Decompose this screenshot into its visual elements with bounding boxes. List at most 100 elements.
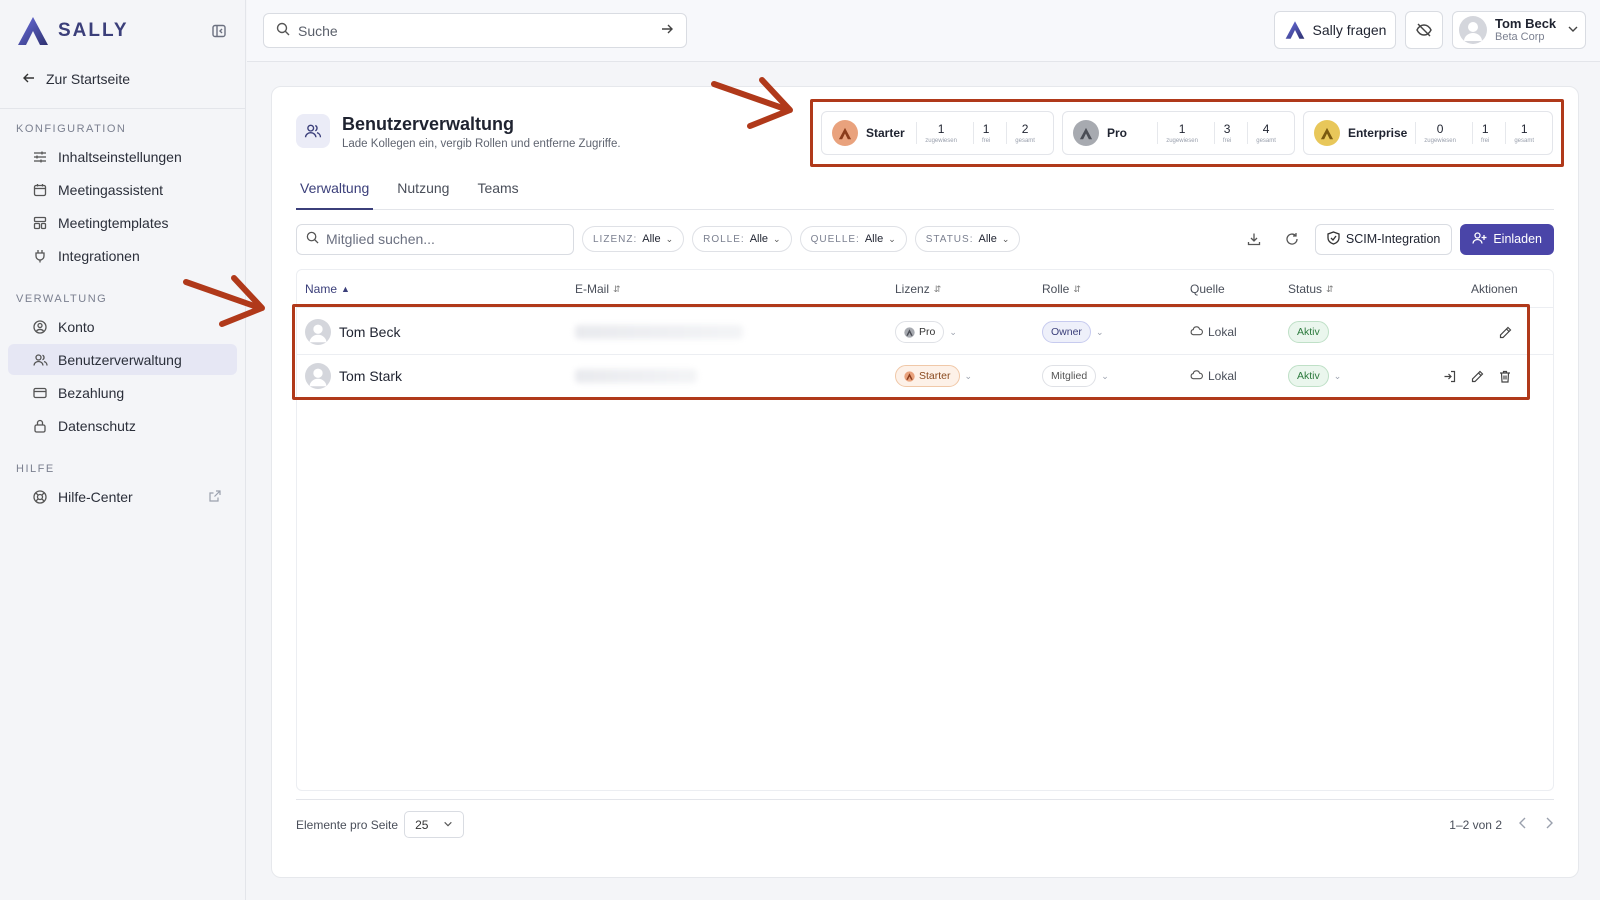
main-card: Benutzerverwaltung Lade Kollegen ein, ve… — [271, 86, 1579, 878]
shield-icon — [1327, 230, 1340, 248]
tab-teams[interactable]: Teams — [473, 180, 522, 210]
search-placeholder: Suche — [298, 22, 338, 39]
filter-license[interactable]: LIZENZ: Alle ⌄ — [582, 226, 685, 252]
tab-verwaltung[interactable]: Verwaltung — [296, 180, 374, 210]
column-label: Lizenz — [895, 282, 930, 296]
filter-role[interactable]: ROLLE: Alle ⌄ — [692, 226, 792, 252]
table-footer: Elemente pro Seite 25 1–2 von 2 — [296, 799, 1554, 849]
stat-total: 2 gesamt — [1006, 122, 1043, 144]
filter-source[interactable]: QUELLE: Alle ⌄ — [799, 226, 907, 252]
assigned-count: 1 — [1178, 122, 1186, 136]
tab-nutzung[interactable]: Nutzung — [393, 180, 453, 210]
refresh-icon[interactable] — [1277, 224, 1307, 254]
member-search-input[interactable]: Mitglied suchen... — [296, 223, 574, 255]
per-page-label: Elemente pro Seite — [296, 817, 399, 832]
card-icon — [32, 385, 48, 401]
sidebar-item-label: Hilfe-Center — [58, 488, 133, 505]
sidebar-item-hilfe-center[interactable]: Hilfe-Center — [8, 481, 237, 512]
assigned-label: zugewiesen — [1424, 138, 1456, 144]
member-search-placeholder: Mitglied suchen... — [326, 231, 435, 247]
column-name[interactable]: Name ▲ — [305, 282, 350, 296]
filter-value: Alle — [978, 233, 997, 245]
sidebar-divider — [0, 108, 245, 109]
user-menu-button[interactable]: Tom Beck Beta Corp — [1452, 11, 1586, 49]
arrow-right-icon[interactable] — [660, 22, 674, 39]
total-count: 2 — [1021, 122, 1029, 136]
sidebar-item-meetingassistent[interactable]: Meetingassistent — [8, 174, 237, 205]
per-page-value: 25 — [415, 817, 429, 832]
stat-assigned: 1 zugewiesen — [1157, 122, 1206, 144]
free-label: frei — [1222, 138, 1232, 144]
logo[interactable]: SALLY — [16, 15, 129, 47]
scim-label: SCIM-Integration — [1345, 232, 1441, 246]
column-label: Name — [305, 282, 338, 296]
license-card-pro: Pro 1 zugewiesen 3 frei 4 gesamt — [1061, 111, 1295, 155]
filter-value: Alle — [864, 233, 884, 245]
sidebar-item-inhaltseinstellungen[interactable]: Inhaltseinstellungen — [8, 141, 237, 172]
invite-label: Einladen — [1493, 232, 1542, 246]
stat-total: 1 gesamt — [1505, 122, 1542, 144]
users-icon — [296, 114, 330, 148]
column-actions: Aktionen — [1471, 282, 1518, 296]
assigned-count: 0 — [1436, 122, 1444, 136]
collapse-sidebar-icon[interactable] — [209, 21, 229, 41]
sidebar-item-integrationen[interactable]: Integrationen — [8, 240, 237, 271]
ask-sally-label: Sally fragen — [1312, 22, 1387, 38]
free-label: frei — [1480, 138, 1490, 144]
download-icon[interactable] — [1239, 224, 1269, 254]
chevron-right-icon[interactable] — [1544, 817, 1554, 832]
sort-icon: ⇵ — [613, 283, 621, 294]
column-status[interactable]: Status ⇵ — [1288, 282, 1334, 296]
sidebar-item-benutzerverwaltung[interactable]: Benutzerverwaltung — [8, 344, 237, 375]
sort-icon: ⇵ — [1073, 283, 1081, 294]
filter-status[interactable]: STATUS: Alle ⌄ — [914, 226, 1021, 252]
chevron-left-icon[interactable] — [1518, 817, 1528, 832]
chevron-down-icon: ⌄ — [665, 233, 674, 244]
column-license[interactable]: Lizenz ⇵ — [895, 282, 941, 296]
sidebar-item-label: Meetingtemplates — [58, 214, 169, 231]
user-name: Tom Beck — [1495, 15, 1557, 31]
assigned-label: zugewiesen — [925, 138, 957, 144]
total-label: gesamt — [1514, 138, 1535, 144]
sidebar-item-label: Bezahlung — [58, 384, 125, 401]
total-count: 4 — [1262, 122, 1270, 136]
external-link-icon — [209, 489, 221, 505]
total-count: 1 — [1520, 122, 1528, 136]
free-label: frei — [981, 138, 991, 144]
template-icon — [32, 215, 48, 231]
per-page-select[interactable]: 25 — [404, 811, 465, 838]
sidebar-item-label: Integrationen — [58, 247, 140, 264]
stat-free: 1 frei — [1471, 122, 1497, 144]
filter-value: Alle — [642, 233, 661, 245]
back-label: Zur Startseite — [46, 71, 131, 87]
ask-sally-button[interactable]: Sally fragen — [1274, 11, 1396, 49]
section-title-konfiguration: KONFIGURATION — [16, 123, 127, 135]
sidebar-item-label: Konto — [58, 318, 95, 335]
column-email[interactable]: E-Mail ⇵ — [575, 282, 621, 296]
filter-value: Alle — [749, 233, 769, 245]
lifebuoy-icon — [32, 489, 48, 505]
column-label: Status — [1288, 282, 1323, 296]
back-to-home-link[interactable]: Zur Startseite — [0, 62, 245, 96]
column-source: Quelle — [1190, 282, 1225, 296]
sidebar-item-datenschutz[interactable]: Datenschutz — [8, 410, 237, 441]
table-header: Name ▲ E-Mail ⇵ Lizenz ⇵ Rolle ⇵ Quelle Stat… — [297, 270, 1553, 308]
arrow-left-icon — [22, 71, 36, 88]
filter-bar: Mitglied suchen... LIZENZ: Alle ⌄ ROLLE: Al… — [296, 223, 1554, 255]
scim-integration-button[interactable]: SCIM-Integration — [1314, 223, 1453, 255]
license-summary-highlight: Starter 1 zugewiesen 1 frei 2 gesamt Pro 1 z… — [810, 99, 1564, 167]
license-name: Enterprise — [1347, 126, 1408, 140]
invite-button[interactable]: Einladen — [1460, 223, 1554, 255]
hide-eye-icon[interactable] — [1405, 11, 1443, 49]
chevron-down-icon: ⌄ — [773, 233, 781, 244]
sidebar-item-bezahlung[interactable]: Bezahlung — [8, 377, 237, 408]
users-icon — [32, 352, 48, 368]
section-title-hilfe: HILFE — [16, 463, 55, 475]
user-circle-icon — [32, 319, 48, 335]
global-search-input[interactable]: Suche — [263, 13, 687, 48]
sidebar-item-meetingtemplates[interactable]: Meetingtemplates — [8, 207, 237, 238]
column-label: Rolle — [1042, 282, 1070, 296]
column-role[interactable]: Rolle ⇵ — [1042, 282, 1081, 296]
annotation-arrow-rows — [183, 275, 265, 327]
users-table: Name ▲ E-Mail ⇵ Lizenz ⇵ Rolle ⇵ Quelle Stat… — [292, 269, 1554, 791]
